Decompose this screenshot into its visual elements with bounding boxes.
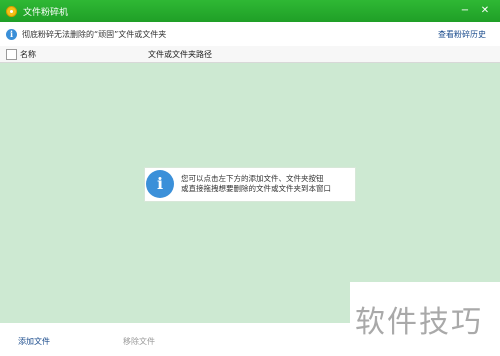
hint-line-1: 您可以点击左下方的添加文件、文件夹按钮 xyxy=(181,174,324,183)
watermark-text: 软件技巧 xyxy=(355,305,483,340)
window-title: 文件粉碎机 xyxy=(23,7,69,18)
info-text: 彻底粉碎无法删除的“顽固”文件或文件夹 xyxy=(22,29,167,39)
table-header: 名称 文件或文件夹路径 xyxy=(0,46,500,63)
drop-hint: i 您可以点击左下方的添加文件、文件夹按钮 或直接拖拽想要删除的文件或文件夹到本… xyxy=(144,167,356,202)
close-button[interactable]: ✕ xyxy=(478,4,492,18)
hint-text: 您可以点击左下方的添加文件、文件夹按钮 或直接拖拽想要删除的文件或文件夹到本窗口 xyxy=(181,174,331,194)
select-all-checkbox[interactable] xyxy=(6,49,17,60)
shredder-app-icon xyxy=(6,5,17,17)
info-icon: i xyxy=(6,28,17,40)
column-header-name[interactable]: 名称 xyxy=(20,49,36,60)
view-history-link[interactable]: 查看粉碎历史 xyxy=(438,29,486,40)
minimize-button[interactable]: − xyxy=(458,4,472,18)
add-file-button[interactable]: 添加文件 xyxy=(18,336,50,347)
column-header-path[interactable]: 文件或文件夹路径 xyxy=(148,49,212,60)
hint-line-2: 或直接拖拽想要删除的文件或文件夹到本窗口 xyxy=(181,184,331,193)
info-bar: i 彻底粉碎无法删除的“顽固”文件或文件夹 查看粉碎历史 xyxy=(0,22,500,47)
title-bar: 文件粉碎机 − ✕ xyxy=(0,0,500,22)
info-icon: i xyxy=(146,170,174,198)
remove-file-button[interactable]: 移除文件 xyxy=(123,336,155,347)
